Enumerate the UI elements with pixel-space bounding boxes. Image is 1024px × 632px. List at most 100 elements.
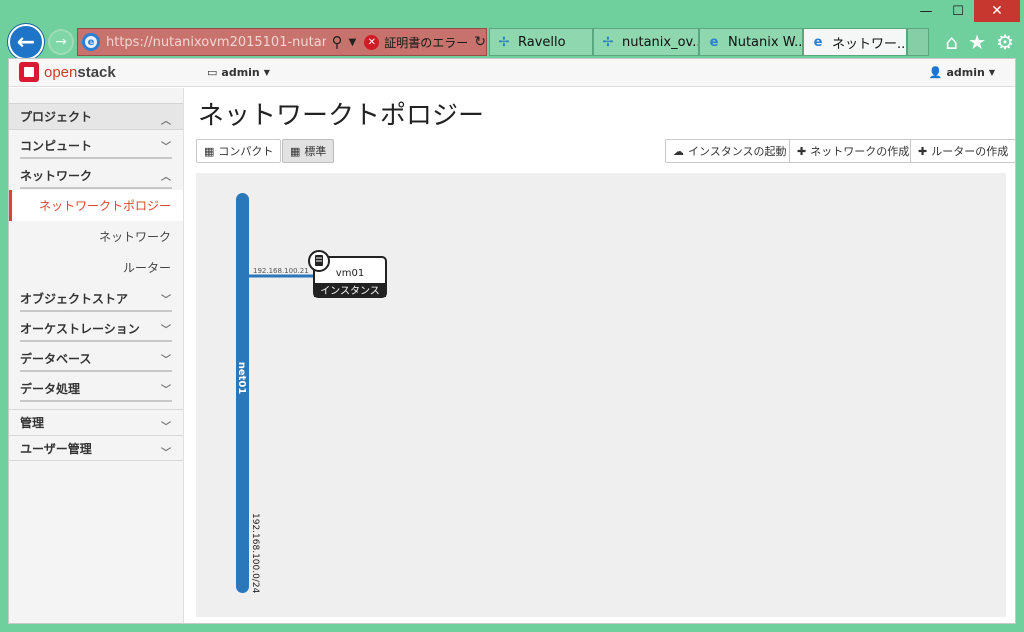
tab-label: Ravello bbox=[518, 34, 566, 50]
main-content: ネットワークトポロジー ▦ コンパクト ▦ 標準 ☁ インスタンスの起動 ✚ ネ… bbox=[195, 88, 1015, 623]
web-page: openstack ▭ admin ▼ 👤 admin ▼ プロジェクト ︿ コ… bbox=[8, 58, 1016, 624]
sidebar: プロジェクト ︿ コンピュート ﹀ ネットワーク ︿ ネットワークトポロジー ネ… bbox=[9, 88, 184, 623]
url-text[interactable]: https://nutanixovm2015101-nutan... bbox=[106, 35, 326, 50]
minimize-button[interactable]: — bbox=[910, 0, 942, 22]
sidebar-item-label: ネットワーク bbox=[20, 168, 93, 183]
brand-text-a: open bbox=[44, 63, 78, 81]
gear-icon[interactable]: ⚙ bbox=[996, 30, 1014, 54]
ie-icon: e bbox=[813, 34, 823, 50]
topology-svg: net01 192.168.100.0/24 192.168.100.21 vm… bbox=[236, 193, 387, 594]
sidebar-item-network-topology[interactable]: ネットワークトポロジー bbox=[9, 190, 183, 221]
ie-icon: e bbox=[709, 34, 719, 50]
openstack-logo[interactable]: openstack bbox=[19, 62, 116, 82]
topology-canvas: net01 192.168.100.0/24 192.168.100.21 vm… bbox=[196, 173, 1006, 617]
launch-instance-button[interactable]: ☁ インスタンスの起動 bbox=[665, 139, 795, 163]
sidebar-item-compute[interactable]: コンピュート ﹀ bbox=[9, 130, 183, 160]
brand-text-b: stack bbox=[77, 63, 116, 81]
sidebar-item-object-store[interactable]: オブジェクトストア ﹀ bbox=[9, 283, 183, 313]
instance-type-label: インスタンス bbox=[320, 285, 380, 297]
address-bar[interactable]: e https://nutanixovm2015101-nutan... ⚲ ▼… bbox=[77, 28, 487, 56]
sidebar-item-networks[interactable]: ネットワーク bbox=[9, 221, 183, 252]
network-cidr-label: 192.168.100.0/24 bbox=[250, 513, 260, 594]
sidebar-item-label: データ処理 bbox=[20, 381, 81, 396]
window-controls: — ☐ ✕ bbox=[910, 0, 1020, 24]
plus-icon: ✚ bbox=[797, 144, 807, 158]
pinwheel-icon: ✢ bbox=[602, 34, 614, 50]
create-router-button[interactable]: ✚ ルーターの作成 bbox=[910, 139, 1015, 163]
arrow-right-icon: → bbox=[55, 34, 67, 50]
sidebar-item-label: オーケストレーション bbox=[20, 321, 140, 336]
sidebar-item-network[interactable]: ネットワーク ︿ bbox=[9, 160, 183, 190]
arrow-left-icon: ← bbox=[16, 29, 36, 55]
chevron-up-icon: ︿ bbox=[161, 116, 171, 127]
instance-ip-label: 192.168.100.21 bbox=[253, 267, 309, 275]
browser-tool-icons: ⌂ ★ ⚙ bbox=[945, 30, 1014, 54]
cert-error-label[interactable]: 証明書のエラー bbox=[384, 34, 468, 51]
button-label: 標準 bbox=[304, 145, 327, 158]
sidebar-item-routers[interactable]: ルーター bbox=[9, 252, 183, 283]
button-label: インスタンスの起動 bbox=[688, 145, 787, 158]
tab-label: Nutanix W... bbox=[728, 34, 803, 50]
normal-view-button[interactable]: ▦ 標準 bbox=[282, 139, 335, 163]
star-icon[interactable]: ★ bbox=[968, 30, 986, 54]
grid-small-icon: ▦ bbox=[204, 144, 215, 158]
button-label: ネットワークの作成 bbox=[810, 145, 910, 158]
browser-toolbar: ← → e https://nutanixovm2015101-nutan...… bbox=[0, 24, 1024, 60]
create-network-button[interactable]: ✚ ネットワークの作成 bbox=[789, 139, 918, 163]
sidebar-item-identity[interactable]: ユーザー管理 ﹀ bbox=[9, 435, 183, 461]
sidebar-item-data-processing[interactable]: データ処理 ﹀ bbox=[9, 373, 183, 403]
sidebar-item-project[interactable]: プロジェクト ︿ bbox=[9, 103, 183, 130]
close-window-button[interactable]: ✕ bbox=[974, 0, 1020, 22]
tab-label: nutanix_ov... bbox=[622, 34, 699, 50]
grid-large-icon: ▦ bbox=[290, 144, 301, 158]
sidebar-item-label: データベース bbox=[20, 351, 92, 366]
user-name: admin bbox=[946, 66, 985, 79]
tab-network-topology[interactable]: e ネットワー... ✕ bbox=[803, 28, 907, 56]
button-label: ルーターの作成 bbox=[931, 145, 1009, 158]
forward-button[interactable]: → bbox=[48, 29, 74, 55]
sidebar-item-label: ルーター bbox=[122, 261, 171, 275]
caret-down-icon: ▼ bbox=[988, 68, 995, 77]
sidebar-item-label: ネットワークトポロジー bbox=[38, 199, 171, 213]
openstack-logo-icon bbox=[19, 62, 39, 82]
user-menu[interactable]: 👤 admin ▼ bbox=[929, 66, 995, 79]
sidebar-item-database[interactable]: データベース ﹀ bbox=[9, 343, 183, 373]
project-selector[interactable]: ▭ admin ▼ bbox=[207, 66, 270, 79]
new-tab-button[interactable] bbox=[907, 28, 929, 56]
sidebar-item-label: コンピュート bbox=[20, 138, 93, 153]
chevron-down-icon: ﹀ bbox=[161, 142, 171, 153]
pinwheel-icon: ✢ bbox=[498, 34, 510, 50]
server-icon: ▭ bbox=[207, 66, 218, 79]
chevron-down-icon: ﹀ bbox=[161, 422, 171, 433]
button-label: コンパクト bbox=[218, 145, 274, 158]
instance-node[interactable]: vm01 インスタンス bbox=[308, 250, 387, 298]
sidebar-item-label: ネットワーク bbox=[98, 230, 171, 244]
back-button[interactable]: ← bbox=[8, 24, 44, 60]
refresh-icon[interactable]: ↻ bbox=[474, 34, 486, 50]
maximize-button[interactable]: ☐ bbox=[942, 0, 974, 22]
tab-nutanix-w[interactable]: e Nutanix W... bbox=[699, 28, 803, 56]
top-navbar: openstack ▭ admin ▼ 👤 admin ▼ bbox=[9, 59, 1015, 87]
cloud-upload-icon: ☁ bbox=[673, 144, 684, 158]
page-title: ネットワークトポロジー bbox=[198, 101, 485, 131]
chevron-down-icon: ﹀ bbox=[161, 448, 171, 459]
chevron-down-icon: ﹀ bbox=[161, 325, 171, 336]
home-icon[interactable]: ⌂ bbox=[945, 30, 958, 54]
tab-nutanix-ov[interactable]: ✢ nutanix_ov... bbox=[593, 28, 699, 56]
caret-down-icon: ▼ bbox=[263, 68, 270, 77]
project-name: admin bbox=[221, 66, 260, 79]
chevron-down-icon: ﹀ bbox=[161, 355, 171, 366]
sidebar-item-orchestration[interactable]: オーケストレーション ﹀ bbox=[9, 313, 183, 343]
error-icon: ✕ bbox=[364, 34, 380, 50]
tab-ravello[interactable]: ✢ Ravello bbox=[489, 28, 593, 56]
instance-name-label: vm01 bbox=[336, 268, 364, 279]
chevron-up-icon: ︿ bbox=[161, 172, 171, 183]
dropdown-icon[interactable]: ▼ bbox=[349, 37, 357, 48]
search-icon[interactable]: ⚲ bbox=[332, 33, 343, 51]
sidebar-item-label: オブジェクトストア bbox=[20, 291, 129, 306]
compact-view-button[interactable]: ▦ コンパクト bbox=[196, 139, 282, 163]
sidebar-item-label: 管理 bbox=[20, 416, 45, 430]
chevron-down-icon: ﹀ bbox=[161, 295, 171, 306]
sidebar-item-admin[interactable]: 管理 ﹀ bbox=[9, 409, 183, 435]
network-name-label: net01 bbox=[236, 362, 247, 395]
